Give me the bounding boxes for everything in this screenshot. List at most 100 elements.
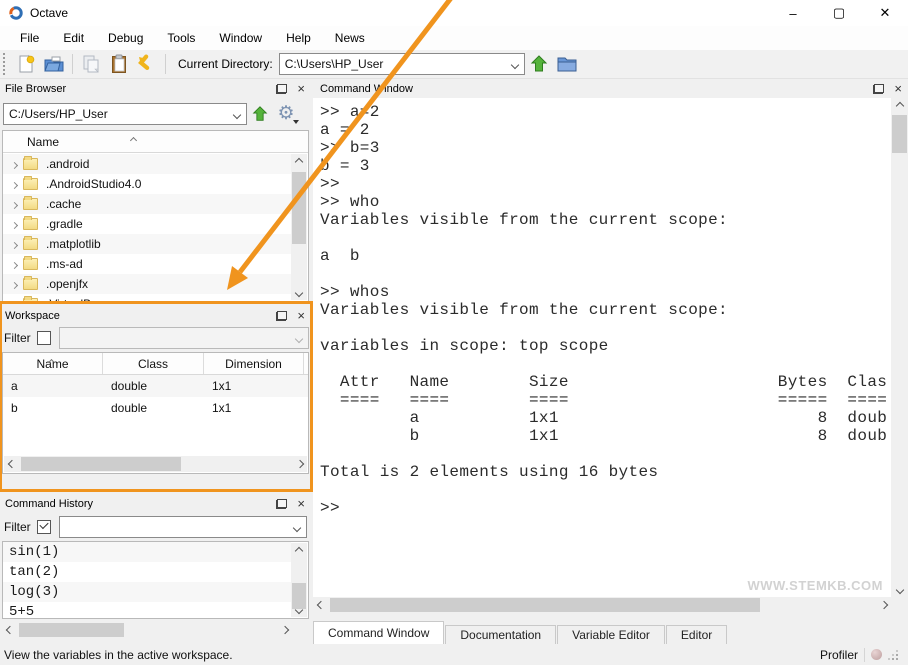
- history-item[interactable]: log(3): [3, 582, 291, 602]
- scroll-right-icon[interactable]: [876, 597, 891, 613]
- workspace-row-a[interactable]: a double 1x1: [3, 375, 308, 397]
- expand-chevron-icon[interactable]: [12, 197, 17, 211]
- scroll-up-icon[interactable]: [291, 543, 307, 558]
- directory-up-button[interactable]: [526, 52, 552, 76]
- watermark: WWW.STEMKB.COM: [747, 578, 883, 593]
- tab-command-window[interactable]: Command Window: [313, 621, 444, 644]
- file-tree-row[interactable]: .cache: [3, 194, 291, 214]
- command-window-vscrollbar[interactable]: [891, 98, 908, 597]
- expand-chevron-icon[interactable]: [12, 177, 17, 191]
- history-item[interactable]: tan(2): [3, 562, 291, 582]
- command-history-hscrollbar[interactable]: [2, 622, 292, 638]
- terminal-output[interactable]: >> a=2 a = 2 >> b=3 b = 3 >> >> who Vari…: [313, 98, 891, 597]
- scrollbar-thumb[interactable]: [892, 115, 907, 153]
- scroll-left-icon[interactable]: [2, 622, 17, 638]
- minimize-button[interactable]: –: [770, 0, 816, 26]
- close-icon[interactable]: ×: [894, 84, 902, 94]
- menu-bar: File Edit Debug Tools Window Help News: [0, 26, 908, 50]
- scroll-up-icon[interactable]: [891, 98, 908, 113]
- command-window-hscrollbar[interactable]: [313, 597, 891, 613]
- scroll-left-icon[interactable]: [313, 597, 328, 613]
- scrollbar-thumb[interactable]: [21, 457, 181, 471]
- tab-variable-editor[interactable]: Variable Editor: [557, 625, 665, 644]
- maximize-button[interactable]: ▢: [816, 0, 862, 26]
- menu-help[interactable]: Help: [274, 28, 323, 48]
- menu-news[interactable]: News: [323, 28, 377, 48]
- menu-window[interactable]: Window: [207, 28, 274, 48]
- undock-icon[interactable]: [276, 311, 287, 321]
- file-tree-row[interactable]: .VirtualBox: [3, 294, 291, 302]
- window-title: Octave: [30, 6, 68, 20]
- scrollbar-thumb[interactable]: [19, 623, 124, 637]
- scroll-down-icon[interactable]: [291, 285, 307, 300]
- scroll-down-icon[interactable]: [891, 582, 908, 597]
- file-browser-path-combobox[interactable]: C:/Users/HP_User: [3, 103, 247, 125]
- open-folder-icon: [43, 54, 65, 74]
- expand-chevron-icon[interactable]: [12, 277, 17, 291]
- file-browser-up-button[interactable]: [247, 102, 273, 126]
- file-tree-row[interactable]: .matplotlib: [3, 234, 291, 254]
- undo-button[interactable]: [134, 52, 160, 76]
- menu-debug[interactable]: Debug: [96, 28, 155, 48]
- file-tree-name-header[interactable]: Name: [3, 131, 308, 153]
- expand-chevron-icon[interactable]: [12, 257, 17, 271]
- copy-button[interactable]: [78, 52, 104, 76]
- file-tree-row[interactable]: .AndroidStudio4.0: [3, 174, 291, 194]
- expand-chevron-icon[interactable]: [12, 217, 17, 231]
- tab-editor[interactable]: Editor: [666, 625, 727, 644]
- workspace-hscrollbar[interactable]: [4, 456, 307, 472]
- file-tree-row[interactable]: .openjfx: [3, 274, 291, 294]
- new-script-button[interactable]: [13, 52, 39, 76]
- scrollbar-thumb[interactable]: [330, 598, 760, 612]
- menu-file[interactable]: File: [8, 28, 51, 48]
- file-tree-row[interactable]: .ms-ad: [3, 254, 291, 274]
- folder-icon: [23, 198, 38, 210]
- close-icon[interactable]: ×: [297, 84, 305, 94]
- tab-documentation[interactable]: Documentation: [445, 625, 556, 644]
- close-icon[interactable]: ×: [297, 311, 305, 321]
- column-header-class[interactable]: Class: [103, 353, 204, 374]
- workspace-panel: Workspace × Filter Name Class Dimension …: [0, 304, 311, 476]
- scroll-right-icon[interactable]: [277, 622, 292, 638]
- filter-label: Filter: [4, 331, 31, 345]
- menu-tools[interactable]: Tools: [155, 28, 207, 48]
- command-history-vscrollbar[interactable]: [291, 543, 307, 617]
- expand-chevron-icon[interactable]: [12, 157, 17, 171]
- folder-name: .openjfx: [46, 277, 88, 291]
- workspace-row-b[interactable]: b double 1x1: [3, 397, 308, 419]
- command-history-title: Command History: [5, 498, 93, 510]
- history-item[interactable]: 5+5: [3, 602, 291, 619]
- close-button[interactable]: ✕: [862, 0, 908, 26]
- command-history-filter-combobox[interactable]: [59, 516, 307, 538]
- open-file-button[interactable]: [41, 52, 67, 76]
- scroll-up-icon[interactable]: [291, 154, 307, 169]
- undock-icon[interactable]: [873, 84, 884, 94]
- scroll-right-icon[interactable]: [292, 456, 307, 472]
- file-browser-actions-button[interactable]: ⚙: [273, 102, 299, 126]
- expand-chevron-icon[interactable]: [12, 237, 17, 251]
- workspace-filter-checkbox[interactable]: [37, 331, 51, 345]
- file-tree-row[interactable]: .android: [3, 154, 291, 174]
- undock-icon[interactable]: [276, 499, 287, 509]
- close-icon[interactable]: ×: [297, 499, 305, 509]
- resize-grip[interactable]: [888, 650, 898, 660]
- scroll-left-icon[interactable]: [4, 456, 19, 472]
- file-tree-row[interactable]: .gradle: [3, 214, 291, 234]
- menu-edit[interactable]: Edit: [51, 28, 96, 48]
- scrollbar-thumb[interactable]: [292, 172, 306, 244]
- current-directory-combobox[interactable]: C:\Users\HP_User: [279, 53, 525, 75]
- undock-icon[interactable]: [276, 84, 287, 94]
- workspace-filter-combobox[interactable]: [59, 327, 309, 349]
- browse-directory-button[interactable]: [554, 52, 580, 76]
- undo-icon: [136, 54, 158, 74]
- file-tree-scrollbar[interactable]: [291, 154, 307, 300]
- paste-button[interactable]: [106, 52, 132, 76]
- history-item[interactable]: sin(1): [3, 542, 291, 562]
- expand-chevron-icon[interactable]: [12, 297, 17, 302]
- name-column-label: Name: [27, 135, 59, 149]
- column-header-dimension[interactable]: Dimension: [204, 353, 304, 374]
- scroll-down-icon[interactable]: [291, 602, 307, 617]
- profiler-status-icon[interactable]: [871, 649, 882, 660]
- command-history-filter-checkbox[interactable]: [37, 520, 51, 534]
- toolbar-drag-handle[interactable]: [3, 53, 8, 75]
